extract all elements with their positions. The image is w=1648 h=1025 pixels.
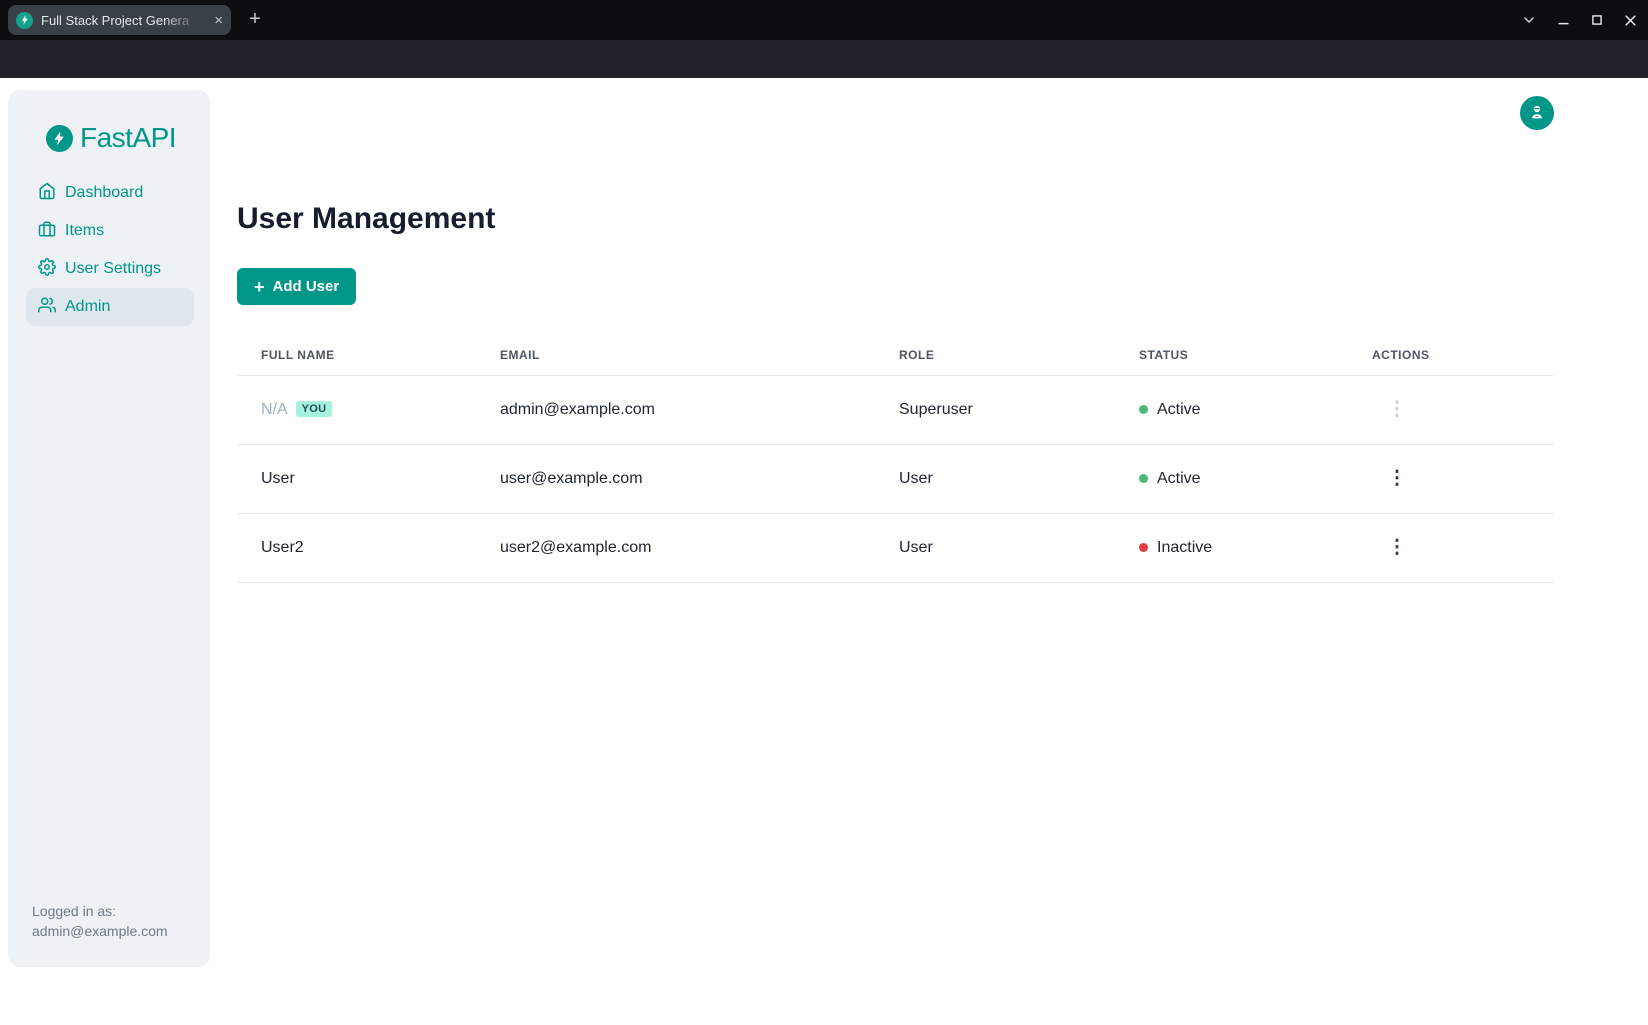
sidebar-item-user-settings[interactable]: User Settings: [26, 250, 194, 288]
you-badge: YOU: [296, 401, 333, 417]
table-row: N/A YOU admin@example.com Superuser Activ…: [237, 376, 1553, 445]
row-actions-menu[interactable]: ⋮: [1385, 538, 1409, 557]
sidebar: FastAPI Dashboard Items: [8, 90, 210, 967]
page-content: FastAPI Dashboard Items: [0, 78, 1648, 1025]
cell-status: Active: [1157, 470, 1201, 487]
cell-email: user@example.com: [476, 445, 875, 514]
new-tab-button[interactable]: +: [243, 8, 267, 32]
briefcase-icon: [38, 220, 56, 243]
add-user-button[interactable]: + Add User: [237, 268, 356, 305]
col-full-name: FULL NAME: [237, 336, 476, 376]
tab-close-icon[interactable]: ×: [214, 13, 223, 28]
table-row: User2 user2@example.com User Inactive ⋮: [237, 514, 1553, 583]
browser-tab[interactable]: Full Stack Project Genera ×: [8, 5, 231, 35]
cell-role: User: [875, 514, 1115, 583]
col-email: EMAIL: [476, 336, 875, 376]
cell-email: admin@example.com: [476, 376, 875, 445]
table-header-row: FULL NAME EMAIL ROLE STATUS ACTIONS: [237, 336, 1553, 376]
status-dot: [1139, 474, 1148, 483]
user-menu-button[interactable]: [1520, 96, 1554, 130]
sidebar-item-items[interactable]: Items: [26, 212, 194, 250]
cell-status: Active: [1157, 401, 1201, 418]
browser-window: Full Stack Project Genera × +: [0, 0, 1648, 1025]
cell-full-name: User: [237, 445, 476, 514]
fastapi-favicon-icon: [16, 12, 33, 29]
close-window-button[interactable]: [1623, 13, 1638, 28]
users-table: FULL NAME EMAIL ROLE STATUS ACTIONS N/A Y…: [237, 336, 1553, 583]
home-icon: [38, 182, 56, 205]
sidebar-nav: Dashboard Items User Settings: [8, 174, 210, 326]
sidebar-item-label: Items: [65, 222, 104, 240]
plus-icon: +: [254, 278, 265, 296]
cell-status: Inactive: [1157, 539, 1212, 556]
browser-toolbar: i localhost/admin 1: [0, 40, 1648, 78]
col-actions: ACTIONS: [1348, 336, 1553, 376]
minimize-button[interactable]: [1556, 13, 1571, 28]
user-avatar-icon: [1528, 103, 1546, 124]
logged-in-info: Logged in as: admin@example.com: [32, 901, 168, 941]
logged-in-email: admin@example.com: [32, 921, 168, 941]
row-actions-menu[interactable]: ⋮: [1385, 400, 1409, 419]
logged-in-label: Logged in as:: [32, 901, 168, 921]
col-role: ROLE: [875, 336, 1115, 376]
status-dot: [1139, 543, 1148, 552]
col-status: STATUS: [1115, 336, 1348, 376]
cell-email: user2@example.com: [476, 514, 875, 583]
gear-icon: [38, 258, 56, 281]
tab-search-chevron-icon[interactable]: [1521, 12, 1537, 28]
status-dot: [1139, 405, 1148, 414]
logo-text: FastAPI: [80, 122, 176, 154]
sidebar-item-label: User Settings: [65, 260, 161, 278]
cell-full-name: N/A: [261, 401, 288, 418]
sidebar-item-admin[interactable]: Admin: [26, 288, 194, 326]
maximize-button[interactable]: [1590, 13, 1604, 27]
add-user-label: Add User: [273, 278, 340, 295]
tab-title: Full Stack Project Genera: [41, 13, 199, 28]
cell-full-name: User2: [237, 514, 476, 583]
table-row: User user@example.com User Active ⋮: [237, 445, 1553, 514]
cell-role: Superuser: [875, 376, 1115, 445]
fastapi-logo: FastAPI: [46, 122, 210, 154]
page-title: User Management: [237, 202, 495, 236]
row-actions-menu[interactable]: ⋮: [1385, 469, 1409, 488]
sidebar-item-label: Dashboard: [65, 184, 143, 202]
sidebar-item-label: Admin: [65, 298, 110, 316]
fastapi-logo-icon: [46, 125, 73, 152]
cell-role: User: [875, 445, 1115, 514]
users-icon: [38, 296, 56, 319]
tab-strip: Full Stack Project Genera × +: [0, 0, 1648, 40]
sidebar-item-dashboard[interactable]: Dashboard: [26, 174, 194, 212]
